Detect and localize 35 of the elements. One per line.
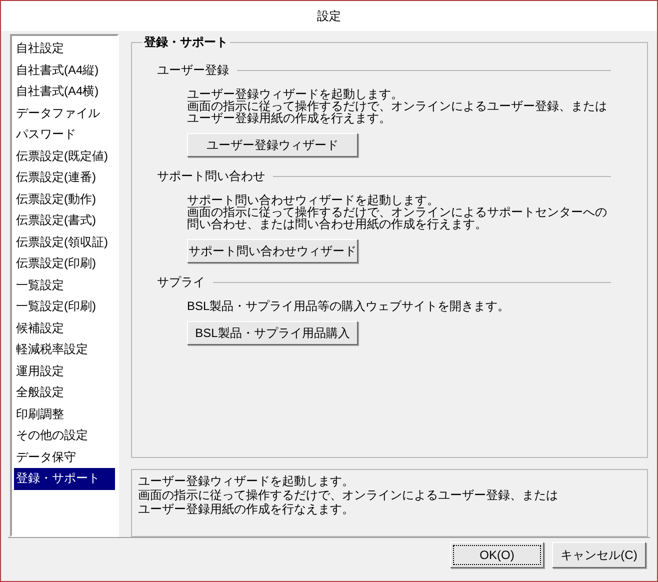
settings-list-item[interactable]: データファイル bbox=[14, 102, 115, 124]
settings-list-item[interactable]: 伝票設定(印刷) bbox=[14, 253, 115, 274]
settings-list-item[interactable]: 軽減税率設定 bbox=[14, 339, 115, 360]
settings-list-item[interactable]: 登録・サポート bbox=[14, 468, 115, 490]
section-heading: サプライ bbox=[157, 274, 205, 291]
settings-list-item[interactable]: 運用設定 bbox=[14, 360, 115, 382]
ok-button[interactable]: OK(O) bbox=[450, 542, 544, 568]
wizard-button[interactable]: サポート問い合わせウィザード bbox=[187, 239, 358, 263]
settings-list-item[interactable]: 一覧設定(印刷) bbox=[14, 296, 115, 318]
group-title: 登録・サポート bbox=[142, 34, 230, 50]
settings-list-item[interactable]: 全般設定 bbox=[14, 382, 115, 404]
settings-list-item[interactable]: 印刷調整 bbox=[14, 404, 115, 425]
section-heading: ユーザー登録 bbox=[157, 62, 229, 79]
settings-list-item[interactable]: 伝票設定(連番) bbox=[14, 167, 115, 188]
settings-list-item[interactable]: 伝票設定(領収証) bbox=[14, 232, 115, 253]
cancel-button[interactable]: キャンセル(C) bbox=[552, 542, 646, 568]
settings-list-item[interactable]: データ保守 bbox=[14, 446, 115, 468]
settings-list-item[interactable]: 伝票設定(動作) bbox=[14, 188, 115, 210]
wizard-button[interactable]: BSL製品・サプライ用品購入 bbox=[187, 321, 358, 345]
section-description: ユーザー登録ウィザードを起動します。 画面の指示に従って操作するだけで、オンラインによるユーザー登録、または ユーザー登録用紙の作成を行えます。 bbox=[187, 88, 608, 124]
help-text: ユーザー登録ウィザードを起動します。 画面の指示に従って操作するだけで、オンラインによるユーザー登録、または ユーザー登録用紙の作成を行なえます。 bbox=[131, 469, 648, 537]
wizard-button[interactable]: ユーザー登録ウィザード bbox=[187, 133, 358, 157]
section-description: BSL製品・サプライ用品等の購入ウェブサイトを開きます。 bbox=[187, 300, 511, 312]
settings-list-item[interactable]: 候補設定 bbox=[14, 318, 115, 339]
settings-list-item[interactable]: 伝票設定(既定値) bbox=[14, 146, 115, 167]
settings-list-item[interactable]: 一覧設定 bbox=[14, 274, 115, 296]
settings-list-item[interactable]: 自社書式(A4横) bbox=[14, 81, 115, 102]
section-description: サポート問い合わせウィザードを起動します。 画面の指示に従って操作するだけで、オンラインによるサポートセンターへの 問い合わせ、または問い合わせ用紙の作成を行えます。 bbox=[187, 194, 608, 230]
section-heading: サポート問い合わせ bbox=[157, 168, 265, 185]
window-title: 設定 bbox=[317, 8, 341, 25]
settings-list-item[interactable]: その他の設定 bbox=[14, 425, 115, 446]
settings-list-item[interactable]: 自社設定 bbox=[14, 38, 115, 60]
settings-list-item[interactable]: 伝票設定(書式) bbox=[14, 210, 115, 232]
settings-list-item[interactable]: 自社書式(A4縦) bbox=[14, 60, 115, 81]
settings-list-item[interactable]: パスワード bbox=[14, 124, 115, 146]
